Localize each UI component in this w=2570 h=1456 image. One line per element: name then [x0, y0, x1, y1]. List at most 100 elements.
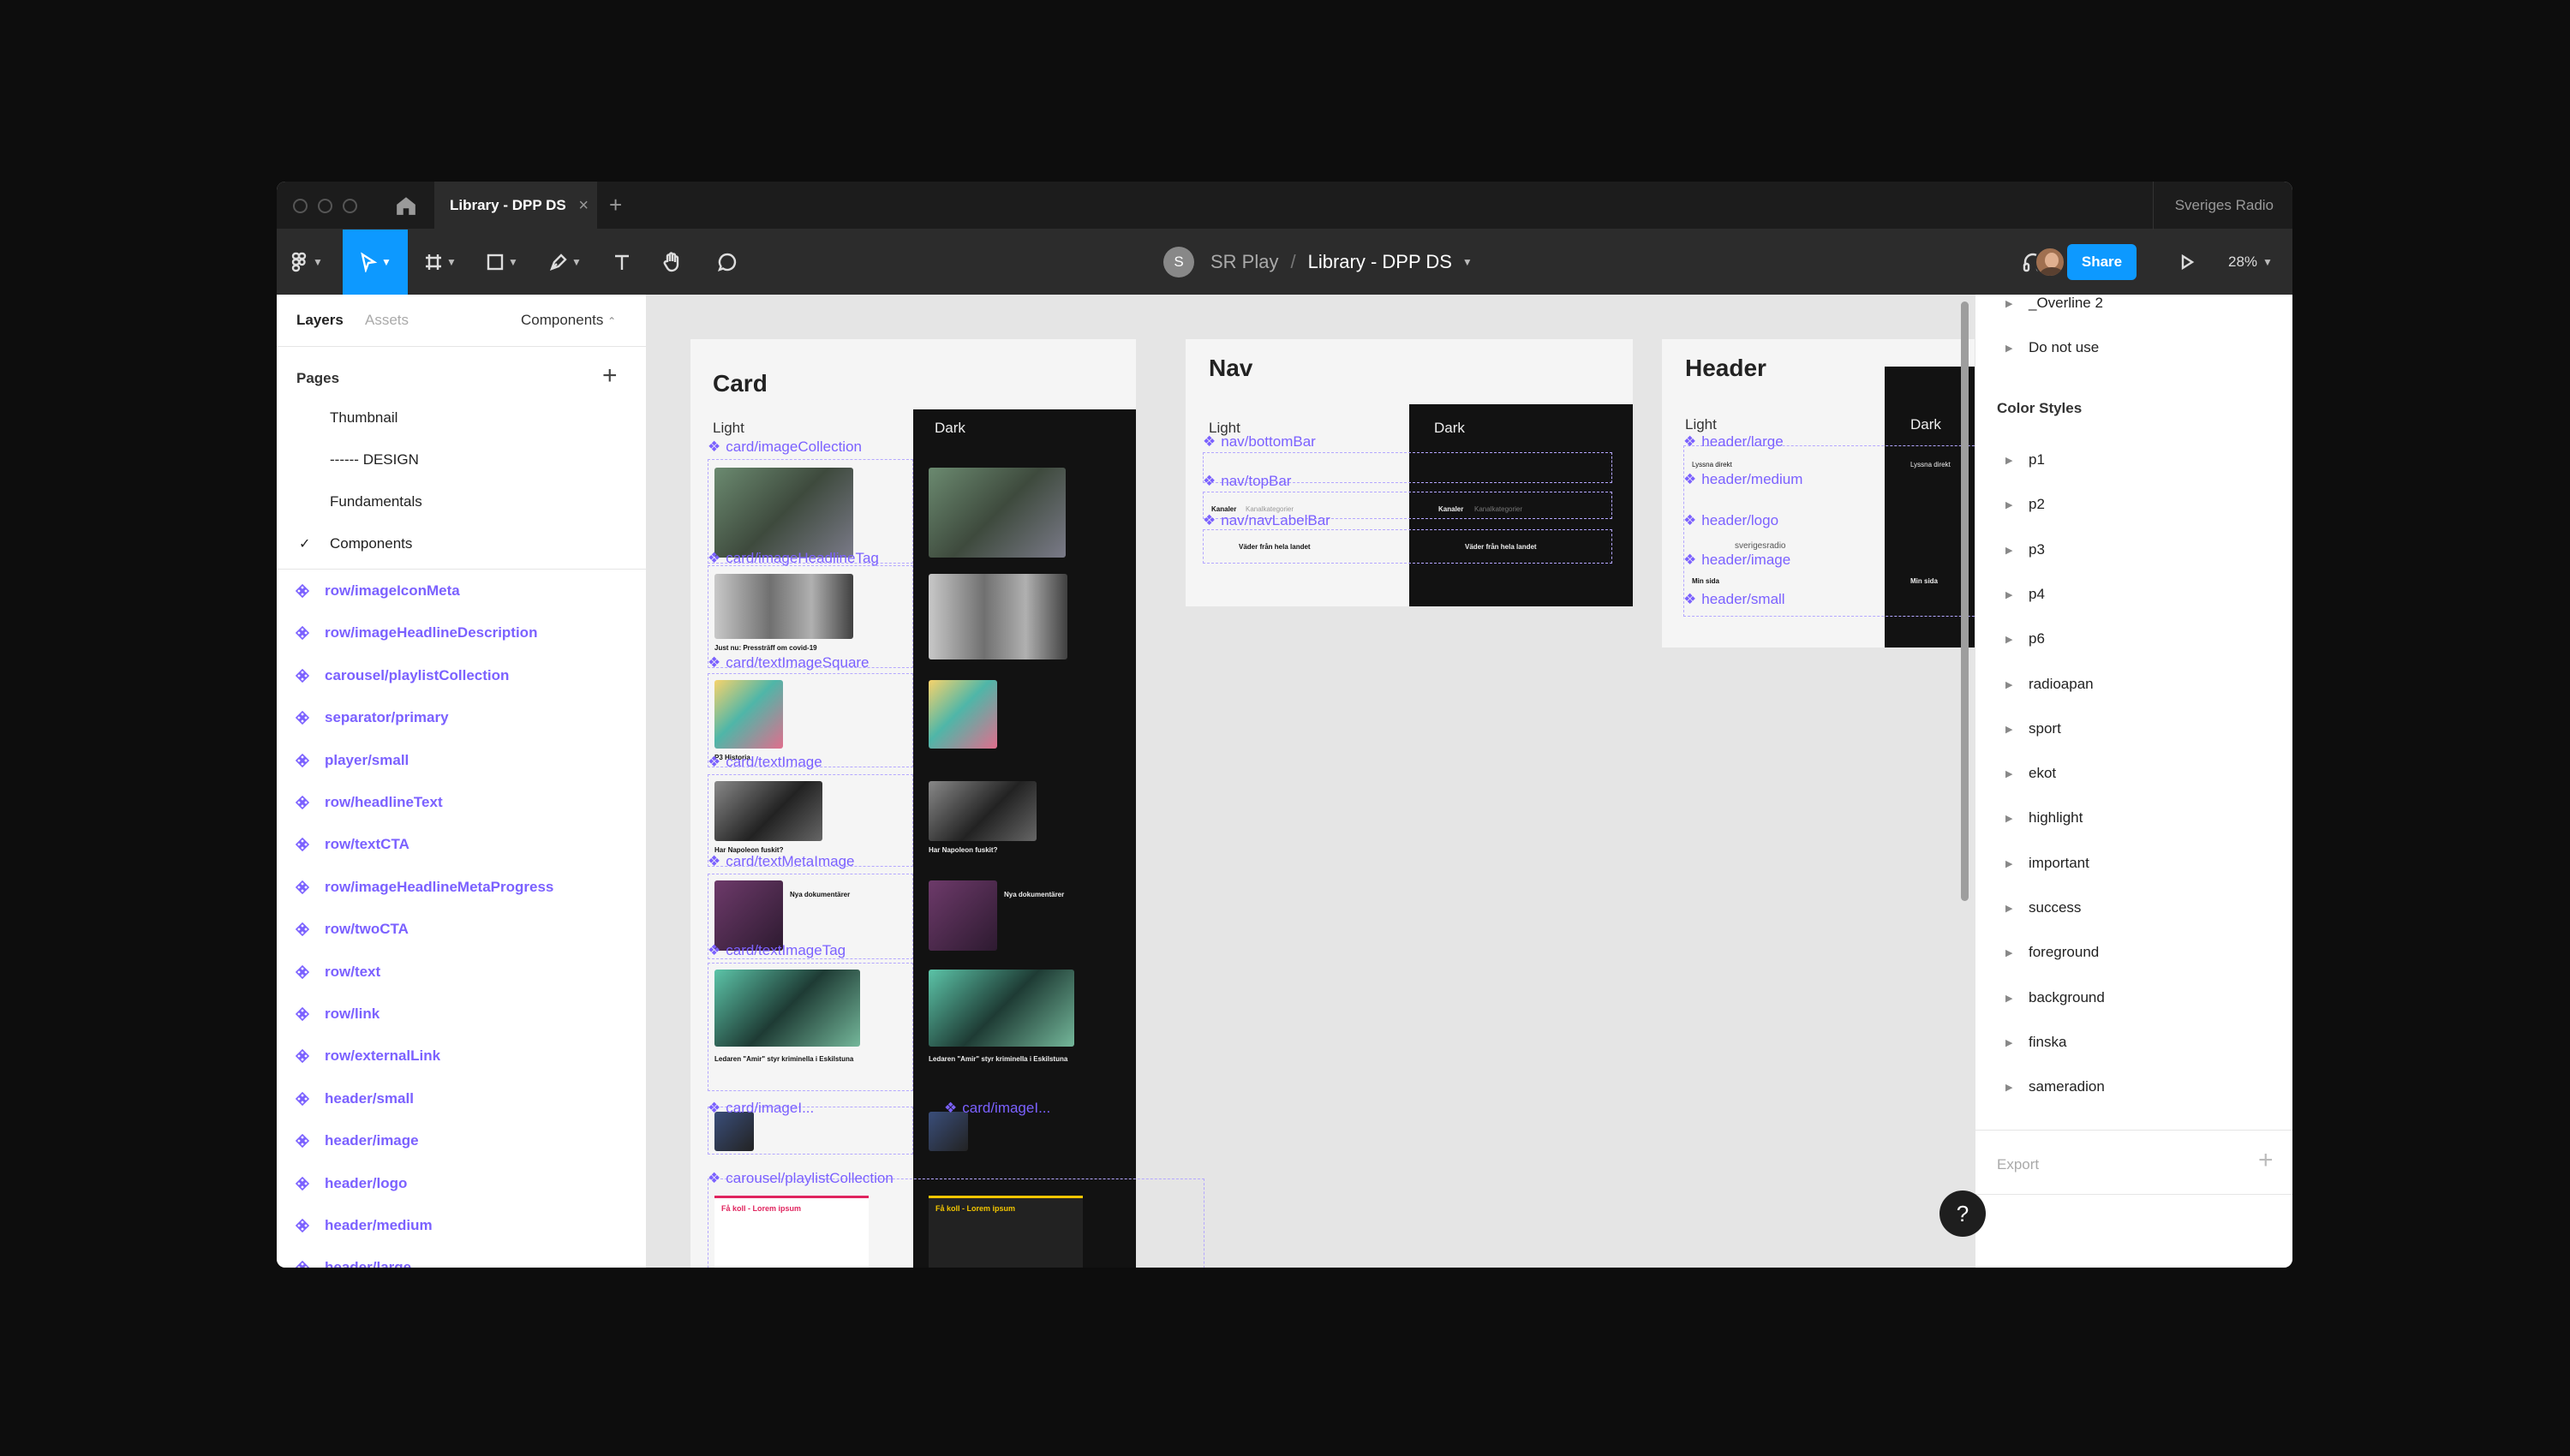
- component-label-card-imagecollection[interactable]: card/imageCollection: [708, 439, 862, 456]
- color-style-item[interactable]: p1: [2029, 451, 2045, 468]
- layer-item-carousel-playlistcollection[interactable]: carousel/playlistCollection: [296, 664, 509, 688]
- page-item-thumbnail[interactable]: Thumbnail: [330, 409, 397, 427]
- header-frame[interactable]: Header Light Dark Lyssna direkt sveriges…: [1662, 339, 1975, 647]
- text-style-item[interactable]: Do not use: [2029, 339, 2099, 356]
- component-label-header-logo[interactable]: header/logo: [1683, 512, 1778, 529]
- component-label-header-medium[interactable]: header/medium: [1683, 471, 1802, 488]
- layer-item-row-imageheadlinedescription[interactable]: row/imageHeadlineDescription: [296, 621, 537, 645]
- caret-right-icon[interactable]: ▶: [2005, 499, 2012, 510]
- component-label-carousel-playlistcollection[interactable]: carousel/playlistCollection: [708, 1170, 894, 1187]
- layer-item-player-small[interactable]: player/small: [296, 749, 409, 773]
- close-window-button[interactable]: [293, 199, 308, 213]
- hand-tool-button[interactable]: [654, 230, 689, 295]
- page-item-fundamentals[interactable]: Fundamentals: [330, 493, 422, 510]
- component-label-header-small[interactable]: header/small: [1683, 591, 1784, 608]
- layer-item-header-logo[interactable]: header/logo: [296, 1172, 407, 1196]
- caret-right-icon[interactable]: ▶: [2005, 903, 2012, 914]
- caret-right-icon[interactable]: ▶: [2005, 589, 2012, 600]
- card-frame[interactable]: Card Light Dark Just nu: Pressträff om c…: [690, 339, 1204, 1268]
- nav-frame[interactable]: Nav Light Dark Kanaler Kanalkategorier V…: [1186, 339, 1633, 606]
- layer-item-row-textcta[interactable]: row/textCTA: [296, 832, 409, 856]
- zoom-menu[interactable]: 28% ▼: [2228, 230, 2273, 295]
- shape-tool-button[interactable]: ▼: [481, 230, 523, 295]
- layer-item-row-externallink[interactable]: row/externalLink: [296, 1044, 440, 1068]
- file-name[interactable]: Library - DPP DS: [1308, 251, 1452, 273]
- maximize-window-button[interactable]: [343, 199, 357, 213]
- layer-item-header-medium[interactable]: header/medium: [296, 1214, 433, 1238]
- caret-right-icon[interactable]: ▶: [2005, 1082, 2012, 1093]
- layer-item-separator-primary[interactable]: separator/primary: [296, 706, 449, 730]
- component-label-card-textmetaimage[interactable]: card/textMetaImage: [708, 853, 854, 870]
- component-label-card-textimage[interactable]: card/textImage: [708, 754, 822, 771]
- main-menu-button[interactable]: ▼: [285, 230, 328, 295]
- comment-tool-button[interactable]: [710, 230, 744, 295]
- color-style-item[interactable]: ekot: [2029, 765, 2056, 782]
- page-item-components[interactable]: ✓ Components: [299, 535, 412, 552]
- color-style-item[interactable]: p2: [2029, 496, 2045, 513]
- project-name[interactable]: SR Play: [1210, 251, 1278, 273]
- organization-name[interactable]: Sveriges Radio: [2152, 182, 2292, 230]
- layer-item-header-image[interactable]: header/image: [296, 1129, 419, 1153]
- component-label-header-image[interactable]: header/image: [1683, 552, 1790, 569]
- layer-item-row-link[interactable]: row/link: [296, 1002, 380, 1026]
- component-label-card-textimagesquare[interactable]: card/textImageSquare: [708, 654, 869, 671]
- user-avatar[interactable]: [2035, 247, 2065, 277]
- home-icon[interactable]: [395, 195, 417, 216]
- chevron-down-icon[interactable]: ▼: [1462, 256, 1473, 268]
- close-tab-icon[interactable]: ×: [578, 196, 589, 216]
- page-selector[interactable]: Components ⌃: [521, 312, 616, 329]
- color-style-item[interactable]: sameradion: [2029, 1078, 2105, 1095]
- component-label-nav-bottombar[interactable]: nav/bottomBar: [1203, 433, 1316, 451]
- present-button[interactable]: [2170, 230, 2204, 295]
- text-tool-button[interactable]: [605, 230, 639, 295]
- caret-right-icon[interactable]: ▶: [2005, 768, 2012, 779]
- add-page-button[interactable]: +: [602, 361, 618, 391]
- layer-item-row-imageiconmeta[interactable]: row/imageIconMeta: [296, 579, 460, 603]
- caret-right-icon[interactable]: ▶: [2005, 455, 2012, 466]
- text-style-item[interactable]: _Overline 2: [2029, 295, 2103, 312]
- color-style-item[interactable]: finska: [2029, 1034, 2066, 1051]
- component-label-nav-navlabelbar[interactable]: nav/navLabelBar: [1203, 512, 1330, 529]
- component-label-nav-topbar[interactable]: nav/topBar: [1203, 473, 1291, 490]
- caret-right-icon[interactable]: ▶: [2005, 634, 2012, 645]
- tab-assets[interactable]: Assets: [365, 312, 409, 329]
- help-button[interactable]: ?: [1939, 1190, 1986, 1237]
- caret-right-icon[interactable]: ▶: [2005, 679, 2012, 690]
- minimize-window-button[interactable]: [318, 199, 332, 213]
- color-style-item[interactable]: success: [2029, 899, 2081, 916]
- add-export-button[interactable]: +: [2258, 1146, 2274, 1175]
- share-button[interactable]: Share: [2067, 244, 2137, 280]
- canvas[interactable]: Card Light Dark Just nu: Pressträff om c…: [647, 295, 1975, 1268]
- color-style-item[interactable]: p4: [2029, 586, 2045, 603]
- layer-item-row-text[interactable]: row/text: [296, 960, 380, 984]
- frame-tool-button[interactable]: ▼: [419, 230, 462, 295]
- caret-right-icon[interactable]: ▶: [2005, 813, 2012, 824]
- color-style-item[interactable]: p3: [2029, 541, 2045, 558]
- color-style-item[interactable]: background: [2029, 989, 2105, 1006]
- caret-right-icon[interactable]: ▶: [2005, 858, 2012, 869]
- component-label-card-imageheadlinetag[interactable]: card/imageHeadlineTag: [708, 550, 879, 567]
- pen-tool-button[interactable]: ▼: [544, 230, 587, 295]
- color-style-item[interactable]: important: [2029, 855, 2089, 872]
- caret-right-icon[interactable]: ▶: [2005, 343, 2012, 354]
- layer-item-header-large[interactable]: header/large: [296, 1256, 411, 1268]
- caret-right-icon[interactable]: ▶: [2005, 545, 2012, 556]
- file-path[interactable]: S SR Play / Library - DPP DS ▼: [1163, 230, 1473, 295]
- layer-item-row-headlinetext[interactable]: row/headlineText: [296, 791, 443, 815]
- component-label-header-large[interactable]: header/large: [1683, 433, 1783, 451]
- move-tool-button[interactable]: ▼: [343, 230, 408, 295]
- color-style-item[interactable]: foreground: [2029, 944, 2099, 961]
- component-label-card-imagei-dark[interactable]: card/imageI...: [944, 1100, 1050, 1117]
- file-tab[interactable]: Library - DPP DS ×: [434, 182, 597, 230]
- color-style-item[interactable]: radioapan: [2029, 676, 2094, 693]
- tab-layers[interactable]: Layers: [296, 312, 344, 329]
- caret-right-icon[interactable]: ▶: [2005, 1037, 2012, 1048]
- layer-item-row-twocta[interactable]: row/twoCTA: [296, 917, 409, 941]
- color-style-item[interactable]: highlight: [2029, 809, 2083, 826]
- component-label-card-textimagetag[interactable]: card/textImageTag: [708, 942, 846, 959]
- caret-right-icon[interactable]: ▶: [2005, 993, 2012, 1004]
- caret-right-icon[interactable]: ▶: [2005, 947, 2012, 958]
- layer-item-row-imageheadlinemetaprogress[interactable]: row/imageHeadlineMetaProgress: [296, 875, 553, 899]
- component-label-card-imagei[interactable]: card/imageI...: [708, 1100, 814, 1117]
- caret-right-icon[interactable]: ▶: [2005, 298, 2012, 309]
